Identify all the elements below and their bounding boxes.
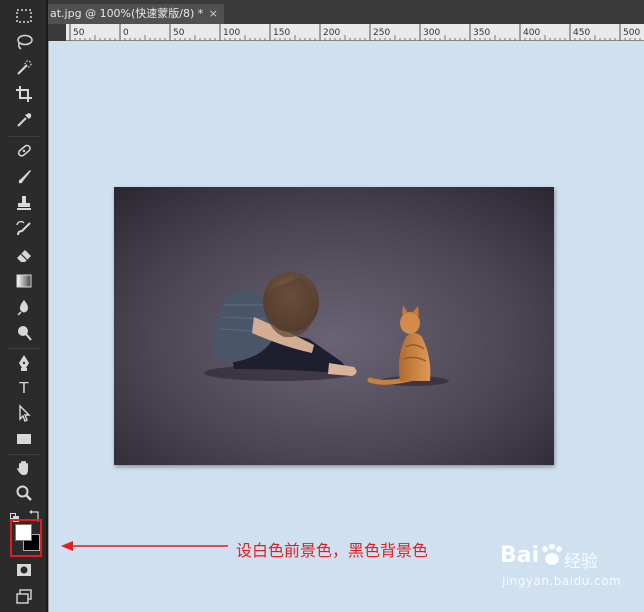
tool-separator [8,454,40,455]
paw-icon [542,543,562,565]
path-selection-icon[interactable] [12,402,36,424]
vertical-ruler-edge [48,41,49,612]
marquee-icon[interactable] [12,5,36,27]
horizontal-ruler[interactable]: 50050100150200250300350400450500550600 [66,24,644,41]
history-brush-icon[interactable] [12,218,36,240]
ruler-tick-label: 500 [623,28,640,38]
close-icon[interactable]: × [209,4,218,24]
document-tab[interactable]: at.jpg @ 100%(快速蒙版/8) * × [48,4,224,24]
document-tab-title: at.jpg @ 100%(快速蒙版/8) * [50,7,204,20]
ruler-tick-label: 350 [473,28,490,38]
ruler-tick-label: 200 [323,28,340,38]
lasso-icon[interactable] [12,31,36,53]
dodge-icon[interactable] [12,322,36,344]
eyedropper-icon[interactable] [12,109,36,131]
screen-mode-icon[interactable] [12,586,36,608]
type-icon[interactable]: T [12,377,36,399]
ruler-scale: 50050100150200250300350400450500550600 [69,24,641,41]
ruler-tick-label: 400 [523,28,540,38]
annotation-text: 设白色前景色，黑色背景色 [236,541,429,560]
ruler-tick-label: 50 [73,28,85,38]
quick-mask-icon[interactable] [12,559,36,581]
swap-colors-icon[interactable] [29,507,41,522]
zoom-icon[interactable] [12,482,36,504]
rectangle-icon[interactable] [12,428,36,450]
clone-stamp-icon[interactable] [12,192,36,214]
brush-icon[interactable] [12,166,36,188]
ruler-origin[interactable] [48,24,66,41]
ruler-tick-label: 50 [173,28,185,38]
tool-separator [8,136,40,137]
document-tab-bar: at.jpg @ 100%(快速蒙版/8) * × [48,0,644,24]
baidu-jingyan-watermark: Bai 经验 jingyan.baidu.com [494,541,644,612]
watermark-brand: Bai [500,543,540,568]
ruler-tick-label: 250 [373,28,390,38]
photo-girl-and-cat [114,187,554,465]
ruler-tick-label: 300 [423,28,440,38]
watermark-brand-suffix: 经验 [564,552,598,572]
default-colors-icon[interactable] [10,508,20,522]
pen-icon[interactable] [12,352,36,374]
ruler-tick-label: 450 [573,28,590,38]
type-tool-glyph: T [19,379,29,397]
quick-selection-icon[interactable] [12,57,36,79]
color-swatches-highlight [10,519,42,557]
ruler-tick-label: 0 [123,28,129,38]
tools-panel: T [0,0,48,612]
hand-icon[interactable] [12,457,36,479]
watermark-url: jingyan.baidu.com [502,574,622,588]
eraser-icon[interactable] [12,244,36,266]
ruler-tick-label: 150 [273,28,290,38]
tool-separator [8,348,40,349]
blur-icon[interactable] [12,296,36,318]
healing-brush-icon[interactable] [12,140,36,162]
ruler-tick-label: 100 [223,28,240,38]
foreground-color-swatch[interactable] [15,524,32,541]
crop-icon[interactable] [12,83,36,105]
annotation-arrow [61,541,228,551]
gradient-icon[interactable] [12,270,36,292]
